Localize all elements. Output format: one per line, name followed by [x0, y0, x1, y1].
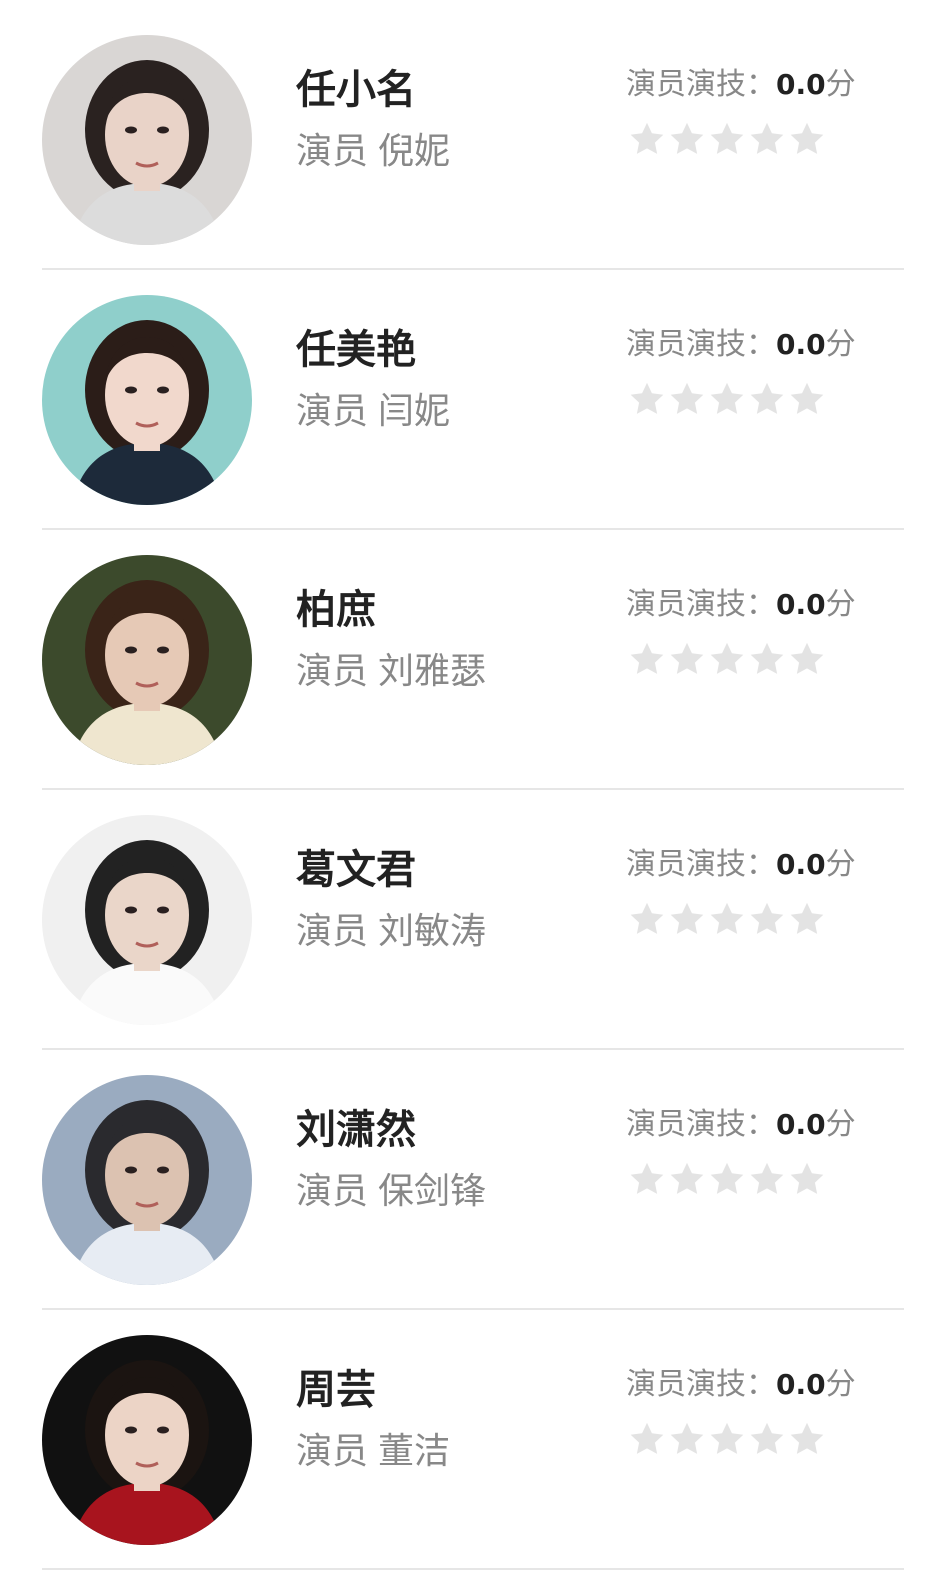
star-icon[interactable] [668, 120, 706, 164]
acting-rating: 演员演技：0.0分 [626, 1104, 856, 1146]
rating-score: 0.0 [776, 68, 826, 101]
actor-avatar[interactable] [42, 1075, 252, 1285]
actor-line: 演员 刘敏涛 [296, 908, 486, 956]
star-icon[interactable] [788, 640, 826, 684]
rating-label: 演员演技： [626, 1367, 776, 1402]
star-icon[interactable] [628, 1420, 666, 1464]
rating-score: 0.0 [776, 328, 826, 361]
rating-unit: 分 [825, 587, 856, 622]
actor-avatar[interactable] [42, 35, 252, 245]
star-icon[interactable] [708, 120, 746, 164]
cast-list-item[interactable]: 刘潇然演员 保剑锋 演员演技：0.0分 [0, 1040, 946, 1310]
cast-list-item[interactable]: 葛文君演员 刘敏涛 演员演技：0.0分 [0, 780, 946, 1050]
star-icon[interactable] [668, 1160, 706, 1204]
actor-line: 演员 刘雅瑟 [296, 648, 486, 696]
star-icon[interactable] [788, 1160, 826, 1204]
acting-rating: 演员演技：0.0分 [626, 584, 856, 626]
acting-rating: 演员演技：0.0分 [626, 64, 856, 106]
star-icon[interactable] [708, 1160, 746, 1204]
star-icon[interactable] [708, 900, 746, 944]
star-icon[interactable] [748, 1420, 786, 1464]
actor-prefix-label: 演员 [296, 131, 369, 172]
rating-label: 演员演技： [626, 327, 776, 362]
star-icon[interactable] [748, 900, 786, 944]
actor-prefix-label: 演员 [296, 911, 369, 952]
rating-unit: 分 [825, 1367, 856, 1402]
star-icon[interactable] [628, 1160, 666, 1204]
star-rating[interactable] [628, 1420, 826, 1464]
star-icon[interactable] [708, 640, 746, 684]
star-rating[interactable] [628, 640, 826, 684]
role-name: 刘潇然 [296, 1107, 416, 1153]
rating-label: 演员演技： [626, 587, 776, 622]
actor-avatar[interactable] [42, 815, 252, 1025]
actor-line: 演员 董洁 [296, 1428, 450, 1476]
star-icon[interactable] [668, 380, 706, 424]
actor-prefix-label: 演员 [296, 651, 369, 692]
actor-name[interactable]: 刘敏涛 [378, 911, 486, 952]
acting-rating: 演员演技：0.0分 [626, 844, 856, 886]
rating-unit: 分 [825, 1107, 856, 1142]
actor-line: 演员 保剑锋 [296, 1168, 486, 1216]
rating-label: 演员演技： [626, 1107, 776, 1142]
star-icon[interactable] [668, 640, 706, 684]
cast-list-item[interactable]: 周芸演员 董洁 演员演技：0.0分 [0, 1300, 946, 1570]
star-icon[interactable] [788, 900, 826, 944]
actor-name[interactable]: 董洁 [378, 1431, 450, 1472]
star-rating[interactable] [628, 1160, 826, 1204]
actor-name[interactable]: 倪妮 [378, 131, 450, 172]
rating-score: 0.0 [776, 588, 826, 621]
star-icon[interactable] [668, 900, 706, 944]
role-name: 周芸 [296, 1367, 376, 1413]
role-name: 任小名 [296, 67, 416, 113]
actor-prefix-label: 演员 [296, 391, 369, 432]
star-icon[interactable] [708, 380, 746, 424]
role-name: 任美艳 [296, 327, 416, 373]
star-icon[interactable] [748, 1160, 786, 1204]
rating-score: 0.0 [776, 848, 826, 881]
star-icon[interactable] [668, 1420, 706, 1464]
star-icon[interactable] [628, 120, 666, 164]
star-rating[interactable] [628, 380, 826, 424]
rating-unit: 分 [825, 67, 856, 102]
star-icon[interactable] [788, 120, 826, 164]
rating-score: 0.0 [776, 1108, 826, 1141]
actor-avatar[interactable] [42, 555, 252, 765]
star-icon[interactable] [628, 900, 666, 944]
acting-rating: 演员演技：0.0分 [626, 1364, 856, 1406]
star-icon[interactable] [748, 640, 786, 684]
actor-prefix-label: 演员 [296, 1171, 369, 1212]
cast-list-item[interactable]: 任小名演员 倪妮 演员演技：0.0分 [0, 0, 946, 270]
role-name: 葛文君 [296, 847, 416, 893]
star-icon[interactable] [748, 380, 786, 424]
cast-list-item[interactable]: 任美艳演员 闫妮 演员演技：0.0分 [0, 260, 946, 530]
star-icon[interactable] [628, 380, 666, 424]
actor-name[interactable]: 保剑锋 [378, 1171, 486, 1212]
actor-avatar[interactable] [42, 1335, 252, 1545]
acting-rating: 演员演技：0.0分 [626, 324, 856, 366]
star-rating[interactable] [628, 120, 826, 164]
actor-line: 演员 闫妮 [296, 388, 450, 436]
rating-label: 演员演技： [626, 847, 776, 882]
star-icon[interactable] [788, 1420, 826, 1464]
star-icon[interactable] [708, 1420, 746, 1464]
rating-label: 演员演技： [626, 67, 776, 102]
rating-score: 0.0 [776, 1368, 826, 1401]
rating-unit: 分 [825, 327, 856, 362]
actor-prefix-label: 演员 [296, 1431, 369, 1472]
actor-name[interactable]: 刘雅瑟 [378, 651, 486, 692]
star-icon[interactable] [748, 120, 786, 164]
star-icon[interactable] [788, 380, 826, 424]
role-name: 柏庶 [296, 587, 376, 633]
star-icon[interactable] [628, 640, 666, 684]
actor-line: 演员 倪妮 [296, 128, 450, 176]
rating-unit: 分 [825, 847, 856, 882]
actor-avatar[interactable] [42, 295, 252, 505]
cast-list-item[interactable]: 柏庶演员 刘雅瑟 演员演技：0.0分 [0, 520, 946, 790]
actor-name[interactable]: 闫妮 [378, 391, 450, 432]
star-rating[interactable] [628, 900, 826, 944]
